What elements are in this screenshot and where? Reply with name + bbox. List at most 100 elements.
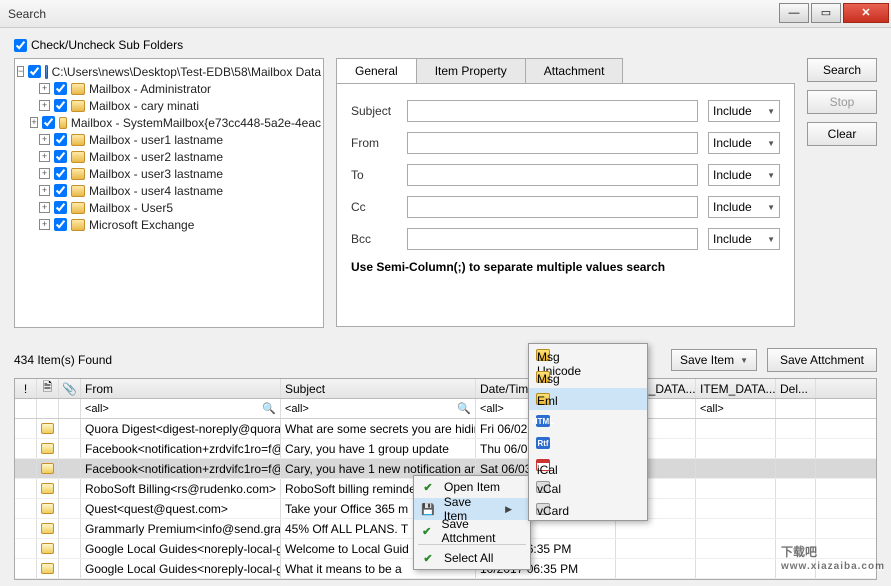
expand-icon[interactable]: + — [39, 100, 50, 111]
col-type[interactable]: 🗎 — [37, 379, 59, 398]
folder-icon — [71, 219, 85, 231]
menu-select-all[interactable]: ✔ Select All — [414, 547, 530, 569]
menu-format-ical[interactable]: iCal — [529, 454, 647, 476]
maximize-button[interactable]: ▭ — [811, 3, 841, 23]
clear-button[interactable]: Clear — [807, 122, 877, 146]
expand-icon[interactable]: + — [39, 185, 50, 196]
col-attachment[interactable]: 📎 — [59, 379, 81, 398]
table-row[interactable]: Quora Digest<digest-noreply@quora.c...Wh… — [15, 419, 876, 439]
tree-node-check[interactable] — [54, 150, 67, 163]
filter-subject[interactable] — [285, 401, 457, 417]
cell-from: Facebook<notification+zrdvifc1ro=f@f... — [81, 439, 281, 458]
search-button[interactable]: Search — [807, 58, 877, 82]
collapse-icon[interactable]: − — [17, 66, 24, 77]
field-label-subject: Subject — [351, 104, 407, 118]
save-item-label: Save Item — [680, 353, 734, 367]
search-icon[interactable]: 🔍 — [262, 402, 276, 415]
menu-format-msg[interactable]: Msg — [529, 366, 647, 388]
mailbox-tree[interactable]: − C:\Users\news\Desktop\Test-EDB\58\Mail… — [14, 58, 324, 328]
context-menu-row[interactable]: ✔ Open Item 💾 Save Item ▶ ✔ Save Attchme… — [413, 475, 531, 570]
expand-icon[interactable]: + — [39, 83, 50, 94]
tree-node-check[interactable] — [42, 116, 55, 129]
tree-node-check[interactable] — [54, 201, 67, 214]
minimize-button[interactable]: — — [779, 3, 809, 23]
expand-icon[interactable]: + — [39, 134, 50, 145]
table-row[interactable]: Facebook<notification+zrdvifc1ro=f@f...C… — [15, 439, 876, 459]
mail-icon — [41, 523, 54, 534]
save-item-dropdown[interactable]: Save Item ▼ — [671, 349, 757, 371]
field-label-cc: Cc — [351, 200, 407, 214]
expand-icon[interactable]: + — [39, 168, 50, 179]
mail-icon — [41, 563, 54, 574]
chevron-down-icon: ▼ — [740, 356, 748, 365]
bcc-input[interactable] — [407, 228, 698, 250]
to-include-select[interactable]: Include▼ — [708, 164, 780, 186]
from-input[interactable] — [407, 132, 698, 154]
menu-save-attachment[interactable]: ✔ Save Attchment — [414, 520, 530, 542]
col-item-data-2[interactable]: ITEM_DATA... — [696, 379, 776, 398]
tree-node[interactable]: +Mailbox - user1 lastname — [17, 131, 321, 148]
chevron-down-icon: ▼ — [767, 203, 775, 212]
titlebar: Search — ▭ ✕ — [0, 0, 891, 28]
check-subfolders[interactable]: Check/Uncheck Sub Folders — [14, 38, 877, 52]
tree-node[interactable]: + Mailbox - user2 lastname — [17, 148, 321, 165]
menu-format-eml[interactable]: Eml — [529, 388, 647, 410]
window-buttons: — ▭ ✕ — [777, 3, 889, 25]
col-from[interactable]: From — [81, 379, 281, 398]
tree-node-check[interactable] — [54, 99, 67, 112]
close-button[interactable]: ✕ — [843, 3, 889, 23]
filter-id2[interactable] — [700, 401, 776, 417]
tree-node[interactable]: +Mailbox - user4 lastname — [17, 182, 321, 199]
tree-node-check[interactable] — [54, 218, 67, 231]
col-deleted[interactable]: Del... — [776, 379, 816, 398]
mail-icon — [41, 543, 54, 554]
tree-node[interactable]: +Mailbox - SystemMailbox{e73cc448-5a2e-4… — [17, 114, 321, 131]
tree-node-label: Mailbox - user2 lastname — [89, 150, 223, 164]
menu-format-vcal[interactable]: vCal — [529, 476, 647, 498]
expand-icon[interactable]: + — [30, 117, 37, 128]
tree-node[interactable]: +Mailbox - user3 lastname — [17, 165, 321, 182]
cc-input[interactable] — [407, 196, 698, 218]
chevron-down-icon: ▼ — [767, 171, 775, 180]
field-label-to: To — [351, 168, 407, 182]
col-priority[interactable]: ! — [15, 379, 37, 398]
tree-root-check[interactable] — [28, 65, 41, 78]
search-icon[interactable]: 🔍 — [457, 402, 471, 415]
to-input[interactable] — [407, 164, 698, 186]
from-include-select[interactable]: Include▼ — [708, 132, 780, 154]
tree-node[interactable]: +Mailbox - Administrator — [17, 80, 321, 97]
bcc-include-select[interactable]: Include▼ — [708, 228, 780, 250]
menu-format-msg-unicode[interactable]: Msg Unicode — [529, 344, 647, 366]
tab-item-property[interactable]: Item Property — [416, 58, 526, 83]
stop-button[interactable]: Stop — [807, 90, 877, 114]
subject-input[interactable] — [407, 100, 698, 122]
tree-node-check[interactable] — [54, 133, 67, 146]
menu-format-html[interactable]: HTML — [529, 410, 647, 432]
tree-node-check[interactable] — [54, 82, 67, 95]
menu-format-vcard[interactable]: vCard — [529, 498, 647, 520]
subject-include-select[interactable]: Include▼ — [708, 100, 780, 122]
tree-node-check[interactable] — [54, 184, 67, 197]
cell-from: RoboSoft Billing<rs@rudenko.com> — [81, 479, 281, 498]
menu-format-rtf[interactable]: Rtf — [529, 432, 647, 454]
tree-node[interactable]: +Mailbox - User5 — [17, 199, 321, 216]
check-subfolders-label: Check/Uncheck Sub Folders — [31, 38, 183, 52]
expand-icon[interactable]: + — [39, 219, 50, 230]
tree-node[interactable]: +Mailbox - cary minati — [17, 97, 321, 114]
check-subfolders-box[interactable] — [14, 39, 27, 52]
tab-attachment[interactable]: Attachment — [525, 58, 624, 83]
col-subject[interactable]: Subject — [281, 379, 476, 398]
cc-include-select[interactable]: Include▼ — [708, 196, 780, 218]
filter-from[interactable] — [85, 401, 262, 417]
tree-root[interactable]: − C:\Users\news\Desktop\Test-EDB\58\Mail… — [17, 63, 321, 80]
format-icon: HTML — [536, 415, 550, 427]
expand-icon[interactable]: + — [39, 151, 50, 162]
tree-node-check[interactable] — [54, 167, 67, 180]
results-header: 434 Item(s) Found Save Item ▼ Save Attch… — [14, 348, 877, 372]
tree-node[interactable]: +Microsoft Exchange — [17, 216, 321, 233]
save-attachment-button[interactable]: Save Attchment — [767, 348, 877, 372]
cell-from: Google Local Guides<noreply-local-gui... — [81, 559, 281, 578]
context-menu-formats[interactable]: Msg UnicodeMsgEml HTML RtfiCalvCalvCard — [528, 343, 648, 521]
tab-general[interactable]: General — [336, 58, 417, 83]
expand-icon[interactable]: + — [39, 202, 50, 213]
